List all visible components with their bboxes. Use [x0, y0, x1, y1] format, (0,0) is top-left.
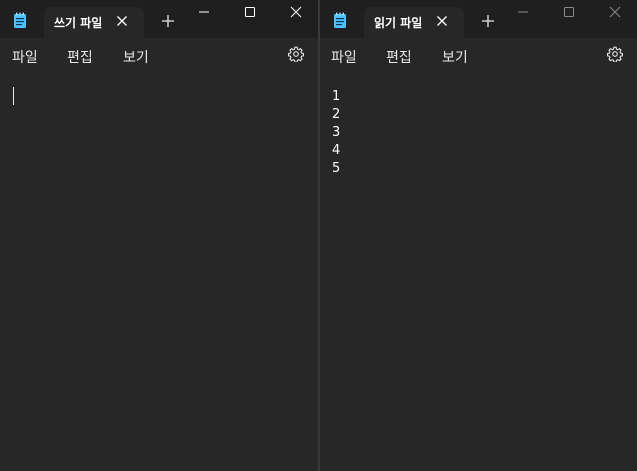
menu-bar: 파일 편집 보기	[0, 38, 318, 72]
notepad-icon	[334, 12, 346, 28]
close-icon[interactable]	[436, 15, 448, 27]
gear-icon[interactable]	[607, 46, 623, 62]
text-editor[interactable]	[0, 72, 318, 471]
tab-title: 쓰기 파일	[54, 16, 103, 30]
menu-edit[interactable]: 편집	[67, 47, 93, 67]
close-window-icon	[290, 6, 302, 18]
notepad-window-read: 읽기 파일 파일 편집 보기 1 2 3 4 5	[320, 0, 637, 471]
plus-icon[interactable]	[481, 14, 495, 28]
menu-file[interactable]: 파일	[331, 47, 357, 67]
menu-view[interactable]: 보기	[123, 47, 149, 67]
menu-view[interactable]: 보기	[442, 47, 468, 67]
close-window-button[interactable]	[273, 0, 318, 24]
minimize-icon	[199, 11, 209, 13]
tab-read-file[interactable]: 읽기 파일	[364, 7, 464, 38]
minimize-button[interactable]	[500, 0, 546, 24]
text-editor[interactable]: 1 2 3 4 5	[320, 72, 637, 471]
maximize-button[interactable]	[227, 0, 273, 24]
notepad-icon	[14, 12, 26, 28]
title-bar[interactable]: 읽기 파일	[320, 0, 637, 38]
text-line: 5	[332, 161, 341, 176]
desktop: 쓰기 파일 파일 편집 보기 읽기 파일 파일 편집 보기 1 2 3 4 5	[0, 0, 637, 471]
minimize-icon	[518, 11, 528, 13]
text-line: 2	[332, 107, 341, 122]
tab-title: 읽기 파일	[374, 16, 423, 30]
gear-icon[interactable]	[288, 46, 304, 62]
plus-icon[interactable]	[161, 14, 175, 28]
title-bar[interactable]: 쓰기 파일	[0, 0, 318, 38]
menu-edit[interactable]: 편집	[386, 47, 412, 67]
minimize-button[interactable]	[181, 0, 227, 24]
maximize-icon	[245, 7, 255, 17]
close-window-icon	[609, 6, 621, 18]
notepad-window-write: 쓰기 파일 파일 편집 보기	[0, 0, 318, 471]
maximize-icon	[564, 7, 574, 17]
text-line: 3	[332, 125, 341, 140]
close-icon[interactable]	[116, 15, 128, 27]
text-lines: 1 2 3 4 5	[332, 88, 340, 178]
menu-bar: 파일 편집 보기	[320, 38, 637, 72]
tab-write-file[interactable]: 쓰기 파일	[44, 7, 144, 38]
menu-file[interactable]: 파일	[12, 47, 38, 67]
maximize-button[interactable]	[546, 0, 592, 24]
text-line: 4	[332, 143, 341, 158]
text-line: 1	[332, 89, 341, 104]
close-window-button[interactable]	[592, 0, 637, 24]
text-caret	[13, 87, 14, 105]
